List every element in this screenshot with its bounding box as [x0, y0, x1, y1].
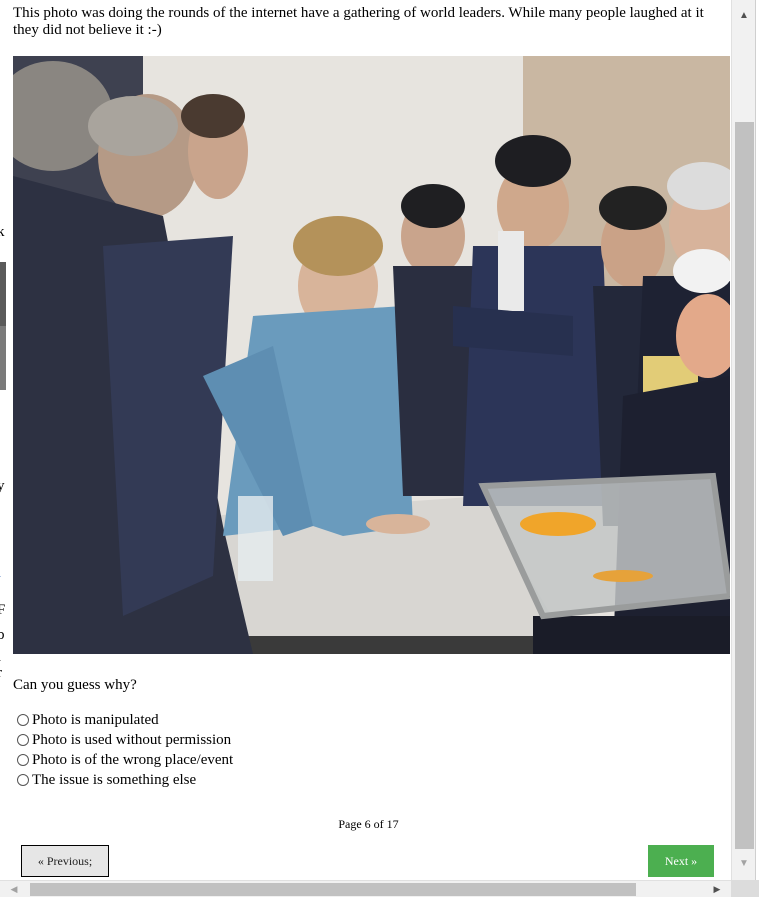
answer-option-label[interactable]: Photo is of the wrong place/event	[32, 752, 233, 769]
vertical-scrollbar[interactable]: ▲ ▼	[731, 0, 756, 880]
scroll-left-icon[interactable]: ◀	[6, 881, 22, 897]
vertical-scrollbar-thumb[interactable]	[735, 122, 754, 849]
background-text-fragment: k	[0, 224, 5, 240]
horizontal-scrollbar-thumb[interactable]	[30, 883, 636, 896]
previous-button[interactable]: « Previous;	[21, 845, 109, 877]
answer-option-label[interactable]: Photo is manipulated	[32, 712, 159, 729]
quiz-photo	[13, 56, 730, 654]
photo-image	[13, 56, 730, 654]
background-text-fragment: F	[0, 602, 6, 618]
question-text: Can you guess why?	[13, 677, 137, 693]
background-text-fragment: l	[0, 649, 1, 666]
radio-button[interactable]	[17, 714, 29, 726]
intro-text: This photo was doing the rounds of the i…	[13, 5, 704, 38]
horizontal-scrollbar[interactable]: ◀ ▶	[0, 880, 731, 897]
background-text-fragment: l	[0, 565, 1, 582]
next-button[interactable]: Next »	[648, 845, 714, 877]
window-edge	[755, 0, 759, 880]
answer-option-manipulated[interactable]: Photo is manipulated	[17, 710, 233, 730]
radio-button[interactable]	[17, 774, 29, 786]
radio-button[interactable]	[17, 754, 29, 766]
background-text-fragment: y	[0, 478, 5, 494]
answer-option-wrong-place[interactable]: Photo is of the wrong place/event	[17, 750, 233, 770]
background-text-fragment: b	[0, 627, 5, 643]
answer-option-label[interactable]: The issue is something else	[32, 772, 196, 789]
quiz-dialog: This photo was doing the rounds of the i…	[6, 0, 731, 880]
radio-button[interactable]	[17, 734, 29, 746]
scroll-up-icon[interactable]: ▲	[732, 4, 756, 26]
modal-window: k y l F b l r This photo was doing the r…	[0, 0, 759, 897]
scroll-down-icon[interactable]: ▼	[732, 852, 756, 874]
scroll-right-icon[interactable]: ▶	[709, 881, 725, 897]
page-indicator: Page 6 of 17	[338, 817, 399, 831]
answer-option-without-permission[interactable]: Photo is used without permission	[17, 730, 233, 750]
scrollbar-corner	[731, 880, 759, 897]
background-text-fragment: r	[0, 665, 2, 682]
answer-option-label[interactable]: Photo is used without permission	[32, 732, 231, 749]
answer-option-something-else[interactable]: The issue is something else	[17, 770, 233, 790]
answer-options: Photo is manipulated Photo is used witho…	[17, 710, 233, 790]
